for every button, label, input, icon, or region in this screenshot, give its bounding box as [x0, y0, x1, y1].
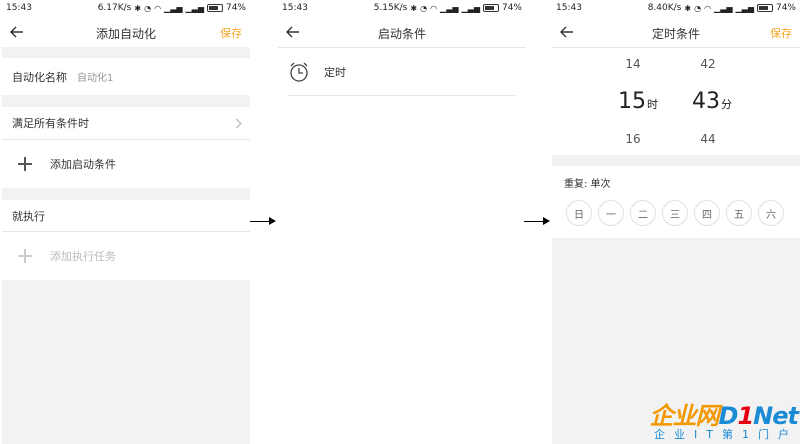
page-title: 添加自动化 [95, 27, 156, 41]
alarm-clock-icon [290, 62, 308, 82]
page-title: 启动条件 [377, 27, 426, 41]
nav-bar: 定时条件 保存 [552, 18, 800, 46]
alarm-icon: ◔ [144, 3, 152, 13]
screen-add-automation: 15:43 6.17K/s ✱ ◔ ◠ ▁▃▅ ▁▃▅ 74% 添加自动化 保存… [2, 0, 250, 444]
wifi-icon: ◠ [430, 3, 438, 13]
add-condition-label: 添加启动条件 [50, 158, 116, 171]
network-speed: 5.15K/s [373, 3, 408, 13]
battery-level: 74% [225, 3, 246, 13]
status-time: 15:43 [556, 3, 582, 13]
day-toggle-thu[interactable]: 四 [694, 200, 720, 226]
save-button[interactable]: 保存 [770, 25, 792, 41]
section-gap [2, 188, 250, 200]
hour-option[interactable]: 14 [613, 57, 653, 71]
watermark-slogan: 企业IT第1门户 [654, 428, 798, 441]
hour-selected[interactable]: 15时 [618, 89, 658, 114]
nav-bar: 添加自动化 保存 [2, 18, 250, 46]
wifi-icon: ◠ [154, 3, 162, 13]
arrow-right-icon [524, 217, 550, 225]
add-task-button[interactable]: 添加执行任务 [2, 232, 250, 280]
screen-timer-condition: 15:43 8.40K/s ✱ ◔ ◠ ▁▃▅ ▁▃▅ 74% 定时条件 保存 … [552, 0, 800, 444]
minute-option[interactable]: 44 [688, 132, 728, 146]
execute-label: 就执行 [12, 209, 45, 223]
network-speed: 8.40K/s [647, 3, 682, 13]
minute-option[interactable]: 42 [688, 57, 728, 71]
bluetooth-icon: ✱ [684, 3, 692, 13]
watermark-logo: 企业网D1Net 企业IT第1门户 [632, 396, 802, 444]
alarm-icon: ◔ [694, 3, 702, 13]
add-task-label: 添加执行任务 [50, 250, 116, 263]
battery-icon [756, 4, 773, 12]
page-title: 定时条件 [651, 27, 700, 41]
signal-icon: ▁▃▅ [164, 3, 183, 13]
conditions-row[interactable]: 满足所有条件时 [2, 107, 250, 139]
bluetooth-icon: ✱ [410, 3, 418, 13]
signal-icon: ▁▃▅ [440, 3, 459, 13]
signal-icon: ▁▃▅ [735, 3, 754, 13]
nav-bar: 启动条件 [278, 18, 526, 46]
signal-icon: ▁▃▅ [185, 3, 204, 13]
bluetooth-icon: ✱ [134, 3, 142, 13]
status-time: 15:43 [282, 3, 308, 13]
minute-value: 43 [692, 89, 720, 114]
section-gap [2, 47, 250, 58]
plus-icon [18, 249, 32, 263]
automation-name-label: 自动化名称 [12, 70, 67, 84]
status-bar: 15:43 5.15K/s ✱ ◔ ◠ ▁▃▅ ▁▃▅ 74% [278, 0, 526, 16]
repeat-row: 重复: 单次 [552, 172, 800, 192]
conditions-label: 满足所有条件时 [12, 117, 89, 130]
day-toggle-fri[interactable]: 五 [726, 200, 752, 226]
status-time: 15:43 [6, 3, 32, 13]
timer-condition-item[interactable]: 定时 [278, 52, 526, 92]
battery-icon [482, 4, 499, 12]
battery-level: 74% [501, 3, 522, 13]
day-toggle-mon[interactable]: 一 [598, 200, 624, 226]
automation-name-row[interactable]: 自动化名称 自动化1 [2, 58, 250, 95]
day-toggle-wed[interactable]: 三 [662, 200, 688, 226]
plus-icon [18, 157, 32, 171]
network-speed: 6.17K/s [97, 3, 132, 13]
signal-icon: ▁▃▅ [714, 3, 733, 13]
hour-value: 15 [618, 89, 646, 114]
add-condition-button[interactable]: 添加启动条件 [2, 140, 250, 188]
status-bar: 15:43 8.40K/s ✱ ◔ ◠ ▁▃▅ ▁▃▅ 74% [552, 0, 800, 16]
arrow-right-icon [250, 217, 276, 225]
day-toggle-tue[interactable]: 二 [630, 200, 656, 226]
battery-level: 74% [775, 3, 796, 13]
minute-selected[interactable]: 43分 [692, 89, 732, 114]
section-gap [552, 155, 800, 166]
battery-icon [206, 4, 223, 12]
divider [552, 47, 800, 48]
execute-row: 就执行 [2, 200, 250, 231]
wifi-icon: ◠ [704, 3, 712, 13]
day-toggle-sat[interactable]: 六 [758, 200, 784, 226]
chevron-right-icon [231, 118, 242, 128]
signal-icon: ▁▃▅ [461, 3, 480, 13]
section-gap [2, 95, 250, 107]
day-toggle-sun[interactable]: 日 [566, 200, 592, 226]
screen-start-conditions: 15:43 5.15K/s ✱ ◔ ◠ ▁▃▅ ▁▃▅ 74% 启动条件 定时 [278, 0, 526, 444]
hour-unit: 时 [647, 98, 658, 111]
status-bar: 15:43 6.17K/s ✱ ◔ ◠ ▁▃▅ ▁▃▅ 74% [2, 0, 250, 16]
alarm-icon: ◔ [420, 3, 428, 13]
hour-option[interactable]: 16 [613, 132, 653, 146]
repeat-label: 重复: 单次 [564, 178, 611, 190]
divider [278, 47, 526, 48]
minute-unit: 分 [721, 98, 732, 111]
empty-area [2, 280, 250, 444]
divider [288, 95, 516, 96]
automation-name-input[interactable]: 自动化1 [77, 69, 113, 84]
save-button[interactable]: 保存 [220, 25, 242, 41]
timer-label: 定时 [324, 66, 346, 79]
